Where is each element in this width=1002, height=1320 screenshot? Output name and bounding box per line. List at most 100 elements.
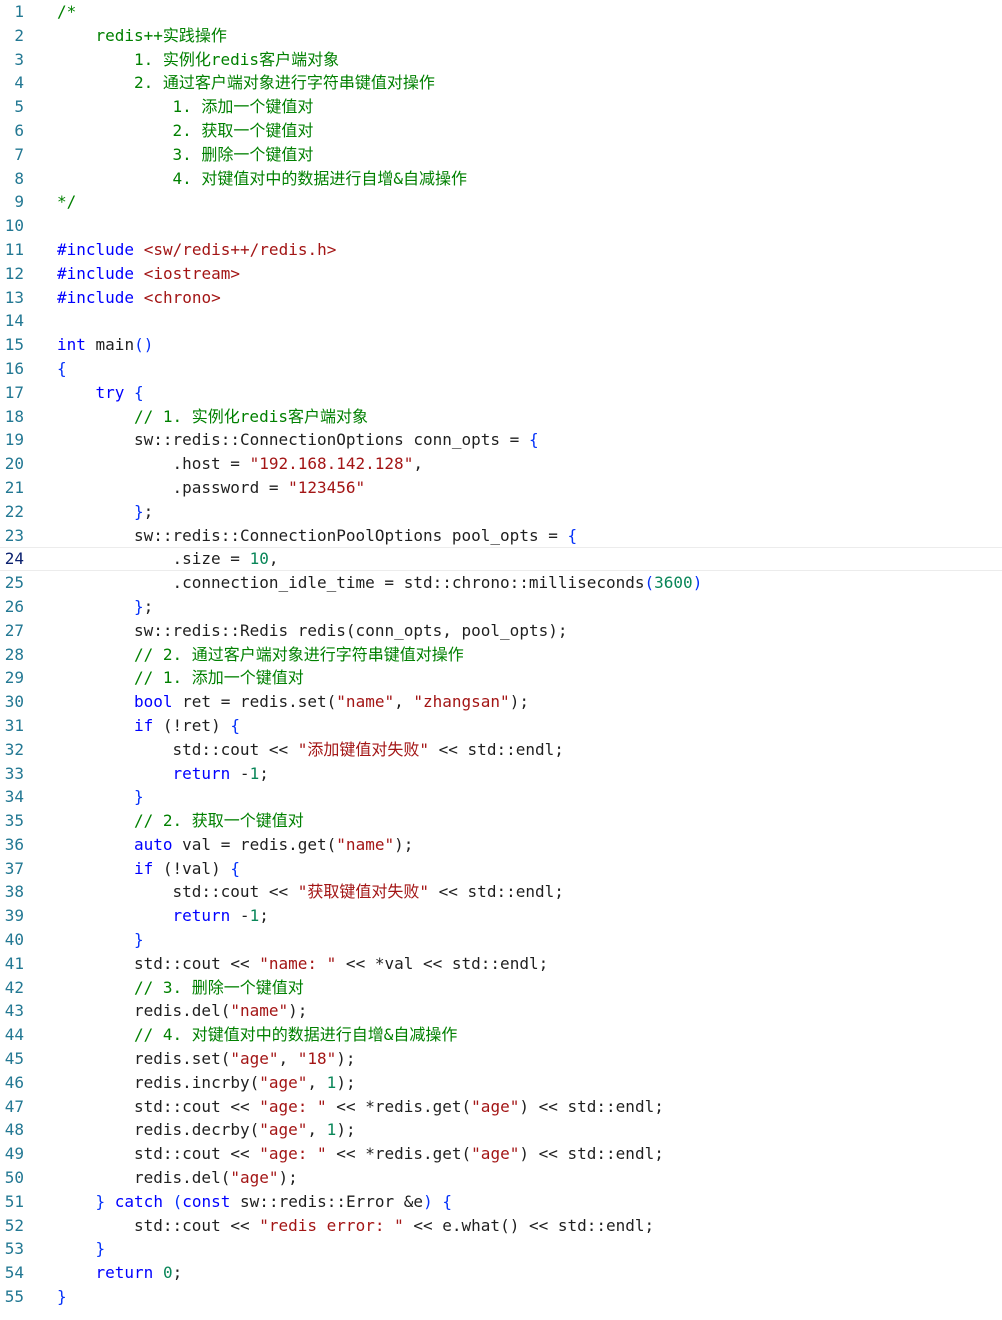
code-line[interactable]: 27 sw::redis::Redis redis(conn_opts, pool…: [0, 619, 1002, 643]
line-number: 18: [4, 406, 24, 426]
line-number: 33: [4, 763, 24, 783]
token-string: "redis error: ": [259, 1215, 404, 1235]
code-line[interactable]: 30 bool ret = redis.set("name", "zhangsan…: [0, 690, 1002, 714]
code-line[interactable]: 46 redis.incrby("age", 1);: [0, 1071, 1002, 1095]
token-string: <sw/redis++/redis.h>: [143, 239, 337, 259]
code-line[interactable]: 16 {: [0, 357, 1002, 381]
token-comment: /*: [57, 2, 77, 21]
code-content: redis.incrby("age", 1);: [134, 1071, 356, 1095]
code-line[interactable]: 53}: [0, 1237, 1002, 1261]
code-line[interactable]: 37 if (!val) {: [0, 857, 1002, 881]
line-number: 25: [4, 573, 24, 593]
code-content: redis++实践操作: [96, 24, 227, 48]
code-line[interactable]: 38 std::cout << "获取键值对失败" << std::endl;: [0, 880, 1002, 904]
code-line[interactable]: 17 try {: [0, 381, 1002, 405]
token-plain: ;: [259, 763, 269, 783]
code-line[interactable]: 13 #include <chrono>: [0, 286, 1002, 310]
code-line[interactable]: 3 1. 实例化redis客户端对象: [0, 48, 1002, 72]
code-line[interactable]: 36 auto val = redis.get("name");: [0, 833, 1002, 857]
code-line[interactable]: 51} catch (const sw::redis::Error &e) {: [0, 1190, 1002, 1214]
token-bracket: (: [172, 1191, 183, 1211]
code-line[interactable]: 50 redis.del("age");: [0, 1166, 1002, 1190]
code-line[interactable]: 35 // 2. 获取一个键值对: [0, 809, 1002, 833]
code-line[interactable]: 6 2. 获取一个键值对: [0, 119, 1002, 143]
code-line[interactable]: 45 redis.set("age", "18");: [0, 1047, 1002, 1071]
code-line[interactable]: 14: [0, 309, 1002, 333]
code-line[interactable]: 15 int main(): [0, 333, 1002, 357]
token-string: "zhangsan": [413, 692, 510, 712]
token-control: return: [172, 906, 231, 926]
code-line[interactable]: 10: [0, 214, 1002, 238]
code-content: return -1;: [173, 904, 269, 928]
token-plain: << *redis.get(: [326, 1144, 472, 1164]
token-comment: 1. 添加一个键值对: [172, 97, 314, 117]
code-content: 1. 实例化redis客户端对象: [134, 48, 339, 72]
code-line[interactable]: 11 #include <sw/redis++/redis.h>: [0, 238, 1002, 262]
line-number: 51: [4, 1191, 24, 1211]
code-line[interactable]: 2 redis++实践操作: [0, 24, 1002, 48]
code-line[interactable]: 40}: [0, 928, 1002, 952]
code-line[interactable]: 41 std::cout << "name: " << *val << std::…: [0, 952, 1002, 976]
code-line[interactable]: 44 // 4. 对键值对中的数据进行自增&自减操作: [0, 1023, 1002, 1047]
line-number: 7: [14, 144, 24, 164]
code-line[interactable]: 52 std::cout << "redis error: " << e.what…: [0, 1214, 1002, 1238]
code-content: .size = 10,: [173, 547, 279, 571]
token-plain: << std::endl;: [429, 739, 564, 759]
code-line[interactable]: 32 std::cout << "添加键值对失败" << std::endl;: [0, 738, 1002, 762]
code-line[interactable]: 20 .host = "192.168.142.128",: [0, 452, 1002, 476]
code-line[interactable]: 49 std::cout << "age: " << *redis.get("ag…: [0, 1142, 1002, 1166]
code-line[interactable]: 18 // 1. 实例化redis客户端对象: [0, 405, 1002, 429]
token-control: return: [172, 763, 231, 783]
token-plain: .password =: [172, 477, 289, 497]
code-line[interactable]: 19 sw::redis::ConnectionOptions conn_opts…: [0, 428, 1002, 452]
token-string: "age": [471, 1096, 520, 1116]
token-comment: 2. 获取一个键值对: [172, 120, 314, 140]
code-line[interactable]: 8 4. 对键值对中的数据进行自增&自减操作: [0, 167, 1002, 191]
token-plain: );: [336, 1120, 356, 1140]
code-line[interactable]: 29 // 1. 添加一个键值对: [0, 666, 1002, 690]
code-line[interactable]: 39 return -1;: [0, 904, 1002, 928]
code-line[interactable]: 5 1. 添加一个键值对: [0, 95, 1002, 119]
token-string: "age": [259, 1072, 308, 1092]
code-content: redis.decrby("age", 1);: [134, 1118, 356, 1142]
code-line[interactable]: 4 2. 通过客户端对象进行字符串键值对操作: [0, 71, 1002, 95]
line-number: 29: [4, 668, 24, 688]
code-content: bool ret = redis.set("name", "zhangsan")…: [134, 690, 529, 714]
code-content: if (!val) {: [134, 857, 240, 881]
code-content: };: [134, 595, 153, 619]
code-line[interactable]: 24 .size = 10,: [0, 547, 1002, 571]
code-editor[interactable]: 1 /* 2 redis++实践操作 3 1. 实例化redis客户端对象 4 2. 通过客户…: [0, 0, 1002, 1320]
code-line[interactable]: 48 redis.decrby("age", 1);: [0, 1118, 1002, 1142]
code-line[interactable]: 42 // 3. 删除一个键值对: [0, 976, 1002, 1000]
code-line[interactable]: 26};: [0, 595, 1002, 619]
code-line[interactable]: 34}: [0, 785, 1002, 809]
code-line[interactable]: 12 #include <iostream>: [0, 262, 1002, 286]
line-number: 26: [4, 596, 24, 616]
code-line[interactable]: 33 return -1;: [0, 762, 1002, 786]
token-bracket: }: [134, 787, 144, 807]
line-number: 21: [4, 477, 24, 497]
line-number: 10: [4, 216, 24, 236]
code-line[interactable]: 47 std::cout << "age: " << *redis.get("ag…: [0, 1095, 1002, 1119]
token-string: "age": [230, 1049, 279, 1069]
token-bracket: {: [528, 430, 539, 450]
token-plain: sw::redis::ConnectionPoolOptions pool_op…: [134, 525, 568, 545]
code-line[interactable]: 23 sw::redis::ConnectionPoolOptions pool_…: [0, 524, 1002, 548]
code-line[interactable]: 1 /*: [0, 0, 1002, 24]
code-line[interactable]: 21 .password = "123456": [0, 476, 1002, 500]
token-string: "age": [259, 1120, 308, 1140]
code-line[interactable]: 25 .connection_idle_time = std::chrono::m…: [0, 571, 1002, 595]
code-content: .connection_idle_time = std::chrono::mil…: [173, 571, 703, 595]
code-line[interactable]: 28 // 2. 通过客户端对象进行字符串键值对操作: [0, 643, 1002, 667]
code-line[interactable]: 22};: [0, 500, 1002, 524]
code-line[interactable]: 54 return 0;: [0, 1261, 1002, 1285]
code-line[interactable]: 43 redis.del("name");: [0, 999, 1002, 1023]
code-line[interactable]: 55}: [0, 1285, 1002, 1309]
code-line[interactable]: 9 */: [0, 190, 1002, 214]
token-comment: // 3. 删除一个键值对: [134, 977, 304, 997]
code-content: sw::redis::ConnectionOptions conn_opts =…: [134, 428, 539, 452]
code-line[interactable]: 7 3. 删除一个键值对: [0, 143, 1002, 167]
code-line[interactable]: 31 if (!ret) {: [0, 714, 1002, 738]
